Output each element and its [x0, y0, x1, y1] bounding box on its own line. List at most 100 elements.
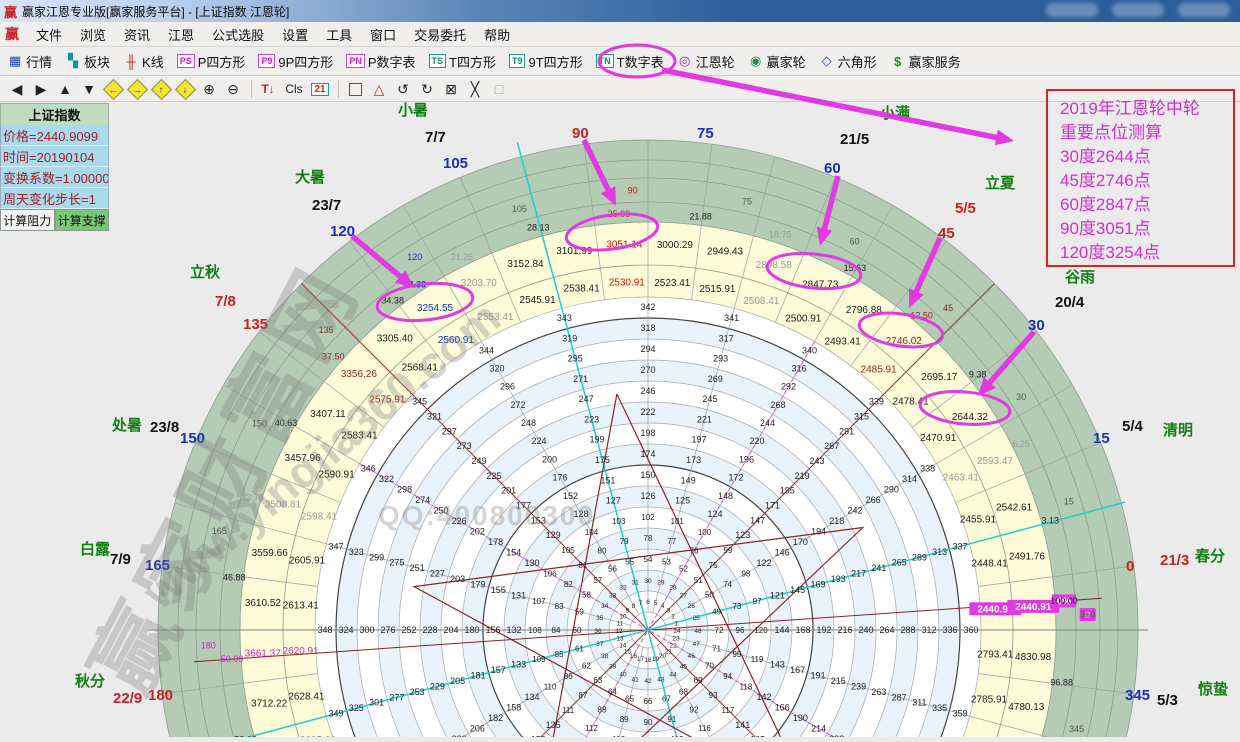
svg-text:324: 324 [338, 625, 353, 635]
draw-tool-polygon-pin[interactable]: □ [488, 79, 510, 99]
toolbar-separator [251, 80, 252, 98]
menu-item-settings[interactable]: 设置 [273, 26, 317, 45]
svg-text:225: 225 [486, 471, 501, 481]
draw-tool-diamond-left[interactable]: ← [102, 79, 124, 99]
menu-item-view[interactable]: 浏览 [71, 26, 115, 45]
draw-tool-diamond-down[interactable]: ↓ [174, 79, 196, 99]
draw-tool-nav-right[interactable]: ▶ [30, 79, 52, 99]
svg-text:2949.43: 2949.43 [707, 247, 744, 258]
svg-text:2500.91: 2500.91 [785, 314, 822, 325]
svg-text:93: 93 [709, 691, 718, 700]
svg-text:292: 292 [781, 382, 796, 392]
svg-text:6: 6 [646, 599, 650, 606]
svg-text:44: 44 [669, 671, 677, 678]
svg-text:3356.26: 3356.26 [341, 369, 378, 380]
svg-text:47: 47 [693, 641, 701, 648]
svg-text:9.38: 9.38 [969, 370, 987, 380]
svg-text:203: 203 [450, 574, 465, 584]
draw-tool-rect-tool[interactable] [344, 79, 366, 99]
draw-tool-zoom-out[interactable]: ⊖ [222, 79, 244, 99]
svg-text:33: 33 [609, 593, 617, 600]
toolbar-item-t-square[interactable]: TST四方形 [426, 51, 499, 72]
svg-text:251: 251 [410, 563, 425, 573]
svg-text:343: 343 [557, 313, 572, 323]
toolbar-item-p-number-table[interactable]: PNP数字表 [343, 51, 418, 72]
draw-tool-cls[interactable]: Cls [281, 79, 307, 99]
svg-text:31: 31 [631, 580, 639, 587]
svg-text:21: 21 [665, 649, 673, 656]
svg-text:36: 36 [594, 628, 602, 635]
draw-tool-zoom-in[interactable]: ⊕ [198, 79, 220, 99]
draw-tool-calendar[interactable]: 21 [309, 79, 331, 99]
svg-text:158: 158 [506, 703, 521, 713]
svg-text:32: 32 [619, 585, 627, 592]
toolbar-item-winner-wheel[interactable]: ◉赢家轮 [745, 51, 809, 72]
svg-text:2746.02: 2746.02 [886, 336, 923, 347]
menu-item-formula-stock-pick[interactable]: 公式选股 [203, 26, 273, 45]
svg-text:2463.41: 2463.41 [943, 472, 980, 483]
toolbar-item-sectors[interactable]: ▚板块 [62, 51, 113, 72]
svg-text:244: 244 [760, 418, 775, 428]
svg-text:64: 64 [608, 688, 617, 697]
svg-text:3254.55: 3254.55 [417, 303, 454, 314]
svg-text:145: 145 [790, 585, 805, 595]
toolbar-item-9p-square[interactable]: P99P四方形 [255, 51, 336, 72]
menu-item-tools[interactable]: 工具 [317, 26, 361, 45]
menu-item-file[interactable]: 文件 [27, 26, 71, 45]
svg-text:128: 128 [573, 509, 588, 519]
draw-tool-box-zoom[interactable]: ⊠ [440, 79, 462, 99]
svg-text:84: 84 [552, 626, 561, 635]
draw-tool-t-range[interactable]: T↓ [257, 79, 279, 99]
svg-text:349: 349 [328, 709, 343, 719]
svg-text:193: 193 [831, 574, 846, 584]
toolbar-item-kline[interactable]: ╫K线 [120, 51, 167, 72]
draw-tool-triangle-tool[interactable]: △ [368, 79, 390, 99]
svg-text:处暑: 处暑 [111, 416, 142, 434]
svg-text:2568.41: 2568.41 [402, 362, 439, 373]
calc-resistance-button[interactable]: 计算阻力 [0, 209, 55, 231]
menu-item-trade-order[interactable]: 交易委托 [405, 26, 475, 45]
menu-item-help[interactable]: 帮助 [475, 26, 519, 45]
winner-service-icon: $ [890, 54, 906, 69]
toolbar-item-hexagon[interactable]: ◇六角形 [816, 51, 880, 72]
svg-text:167: 167 [790, 665, 805, 675]
svg-text:223: 223 [584, 414, 599, 424]
svg-text:2478.41: 2478.41 [893, 397, 930, 408]
svg-text:108: 108 [528, 626, 542, 635]
menu-item-news[interactable]: 资讯 [115, 26, 159, 45]
calc-support-button[interactable]: 计算支撑 [55, 209, 110, 231]
svg-text:5: 5 [654, 600, 658, 607]
svg-text:5/5: 5/5 [955, 200, 976, 217]
svg-text:2583.41: 2583.41 [341, 430, 378, 441]
draw-tool-nav-up[interactable]: ▲ [54, 79, 76, 99]
svg-text:263: 263 [871, 687, 886, 697]
svg-text:2644.32: 2644.32 [952, 412, 989, 423]
svg-text:2542.61: 2542.61 [996, 503, 1033, 514]
toolbar-item-winner-service[interactable]: $赢家服务 [887, 51, 964, 72]
svg-text:221: 221 [697, 414, 712, 424]
svg-text:247: 247 [579, 394, 594, 404]
draw-tool-nav-left[interactable]: ◀ [6, 79, 28, 99]
toolbar-item-9t-square[interactable]: T99T四方形 [506, 51, 586, 72]
svg-text:119: 119 [751, 655, 764, 664]
draw-tool-rotate-cw[interactable]: ↻ [416, 79, 438, 99]
draw-tool-diamond-right[interactable]: → [126, 79, 148, 99]
svg-text:134: 134 [524, 692, 539, 702]
menu-item-gann[interactable]: 江恩 [159, 26, 203, 45]
svg-text:89: 89 [620, 715, 629, 724]
toolbar-item-gann-wheel[interactable]: ◎江恩轮 [674, 51, 738, 72]
toolbar-item-p-square[interactable]: PSP四方形 [174, 51, 249, 72]
draw-tool-diamond-up[interactable]: ↑ [150, 79, 172, 99]
svg-text:180: 180 [201, 640, 216, 650]
svg-text:102: 102 [641, 513, 655, 522]
svg-text:2598.41: 2598.41 [301, 512, 338, 523]
menu-item-window[interactable]: 窗口 [361, 26, 405, 45]
toolbar-item-quotes[interactable]: ▦行情 [4, 51, 55, 72]
svg-text:224: 224 [531, 436, 546, 446]
draw-tool-rotate-ccw[interactable]: ↺ [392, 79, 414, 99]
draw-tool-nav-down[interactable]: ▼ [78, 79, 100, 99]
toolbar-item-t-number-table[interactable]: TNT数字表 [593, 51, 667, 72]
draw-tool-scatter-tool[interactable]: ╳ [464, 79, 486, 99]
svg-text:147: 147 [750, 515, 765, 525]
svg-text:130: 130 [524, 558, 539, 568]
